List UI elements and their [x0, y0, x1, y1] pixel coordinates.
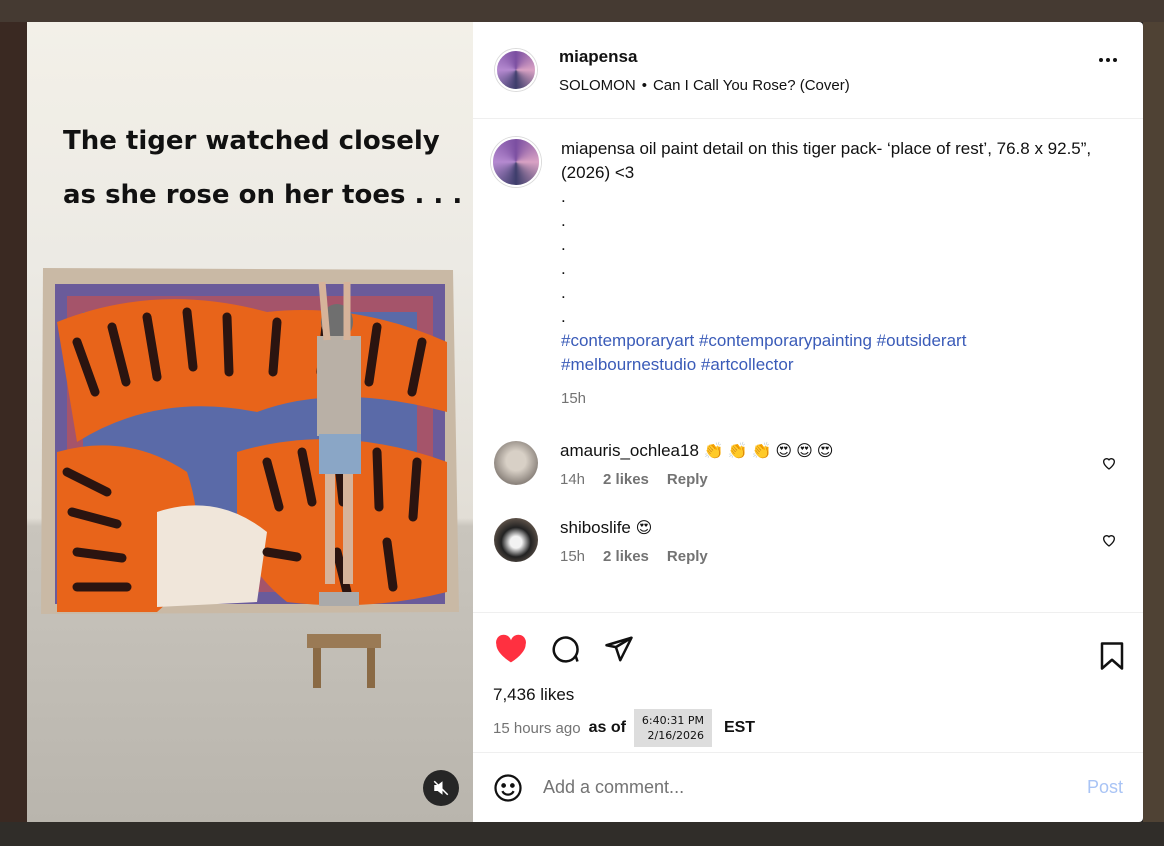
comment-likes[interactable]: 2 likes [603, 548, 649, 565]
comment-timestamp[interactable]: 15h [560, 548, 585, 565]
post-time-line: 15 hours ago as of 6:40:31 PM 2/16/2026 … [493, 709, 1123, 747]
hashtags: #contemporaryart #contemporarypainting #… [561, 329, 1121, 377]
post-modal: The tiger watched closely as she rose on… [27, 22, 1143, 822]
post-actions: 7,436 likes 15 hours ago as of 6:40:31 P… [473, 612, 1143, 752]
hashtag-link[interactable]: #contemporarypainting [699, 331, 872, 350]
reply-button[interactable]: Reply [667, 471, 708, 488]
timezone-label: EST [723, 719, 756, 736]
save-button[interactable] [1099, 641, 1125, 676]
caption-text: oil paint detail on this tiger pack- ‘pl… [561, 139, 1092, 182]
comment-input[interactable] [543, 777, 1087, 798]
caption-dot: . [561, 283, 566, 302]
comments-scroll-area[interactable]: miapensa oil paint detail on this tiger … [473, 119, 1143, 612]
mute-toggle-button[interactable] [423, 770, 459, 806]
commenter-avatar[interactable] [494, 518, 538, 562]
reply-button[interactable]: Reply [667, 548, 708, 565]
caption-dot: . [561, 307, 566, 326]
commenter-avatar[interactable] [494, 441, 538, 485]
time-ago[interactable]: 15 hours ago [493, 720, 581, 737]
comment-like-heart-icon[interactable] [1101, 455, 1117, 471]
likes-count[interactable]: 7,436 likes [493, 685, 1123, 705]
caption-username[interactable]: miapensa [561, 139, 635, 158]
hashtag-link[interactable]: #melbournestudio [561, 355, 696, 374]
commenter-username[interactable]: amauris_ochlea18 [560, 441, 699, 460]
commenter-username[interactable]: shiboslife [560, 518, 631, 537]
video-overlay-text: The tiger watched closely as she rose on… [63, 114, 463, 222]
comment-item: amauris_ochlea18 👏👏👏😍😍😍 14h 2 likes Repl… [491, 441, 1121, 488]
overlay-line-2: as she rose on her toes . . . [63, 180, 463, 210]
author-username-link[interactable]: miapensa [559, 47, 850, 67]
timestamp-box: 6:40:31 PM 2/16/2026 [633, 709, 712, 747]
hashtag-link[interactable]: #artcollector [701, 355, 794, 374]
caption-dot: . [561, 211, 566, 230]
more-dots-icon [1099, 58, 1103, 62]
comment-text: 👏👏👏😍😍😍 [703, 441, 838, 460]
tiger-painting-image [41, 268, 459, 688]
more-options-button[interactable] [1099, 58, 1117, 62]
comment-like-heart-icon[interactable] [1101, 532, 1117, 548]
stamp-time: 6:40:31 PM [641, 714, 704, 727]
hashtag-link[interactable]: #outsiderart [877, 331, 967, 350]
caption-timestamp[interactable]: 15h [561, 387, 586, 411]
heart-filled-icon [496, 634, 526, 663]
add-comment-bar: Post [473, 752, 1143, 822]
stamp-date: 2/16/2026 [647, 729, 704, 742]
audio-attribution[interactable]: SOLOMON • Can I Call You Rose? (Cover) [559, 77, 850, 94]
post-video[interactable]: The tiger watched closely as she rose on… [27, 22, 473, 822]
comment-bubble-icon [552, 636, 579, 663]
hashtag-link[interactable]: #contemporaryart [561, 331, 694, 350]
speaker-muted-icon [433, 780, 449, 796]
like-button[interactable] [493, 631, 529, 667]
caption-dot: . [561, 235, 566, 254]
audio-title[interactable]: Can I Call You Rose? (Cover) [653, 77, 850, 94]
post-caption: miapensa oil paint detail on this tiger … [491, 137, 1121, 411]
comment-likes[interactable]: 2 likes [603, 471, 649, 488]
share-button[interactable] [601, 631, 637, 667]
post-details-panel: miapensa SOLOMON • Can I Call You Rose? … [473, 22, 1143, 822]
bookmark-icon [1100, 642, 1124, 670]
caption-dot: . [561, 187, 566, 206]
emoji-smiley-icon[interactable] [493, 773, 523, 803]
audio-separator: • [641, 76, 647, 94]
author-avatar[interactable] [495, 49, 537, 91]
comment-text: 😍 [635, 518, 657, 537]
overlay-line-1: The tiger watched closely [63, 126, 440, 156]
comment-timestamp[interactable]: 14h [560, 471, 585, 488]
comment-item: shiboslife 😍 15h 2 likes Reply [491, 518, 1121, 565]
audio-artist[interactable]: SOLOMON [559, 77, 636, 94]
post-comment-button[interactable]: Post [1087, 777, 1123, 798]
caption-author-avatar[interactable] [491, 137, 541, 187]
as-of-label: as of [588, 719, 626, 736]
comment-button[interactable] [547, 631, 583, 667]
paper-plane-icon [605, 636, 633, 662]
caption-dot: . [561, 259, 566, 278]
post-header: miapensa SOLOMON • Can I Call You Rose? … [473, 22, 1143, 119]
